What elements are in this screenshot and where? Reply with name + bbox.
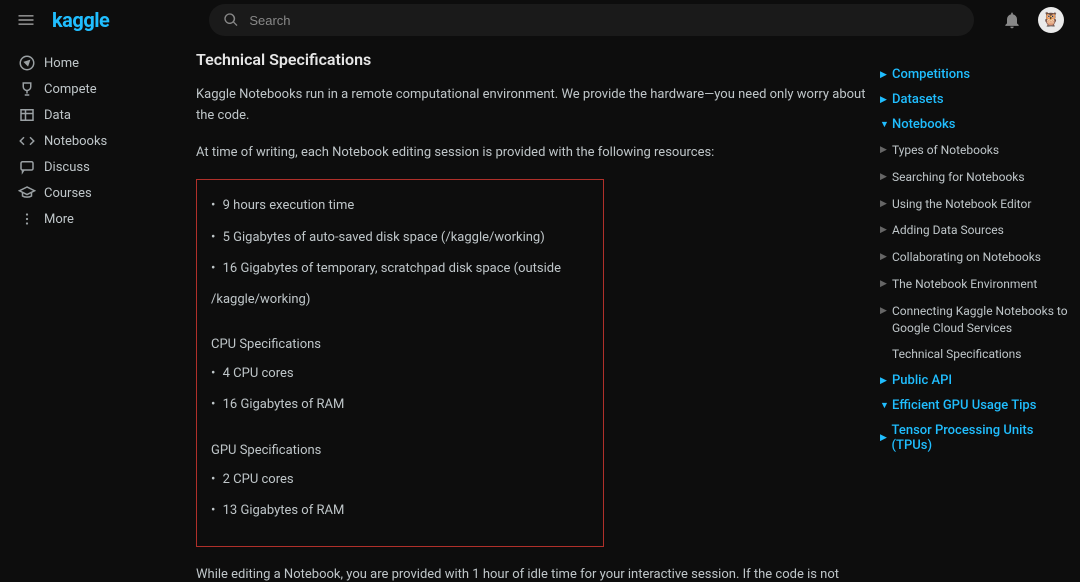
spec-item: 2 CPU cores	[211, 464, 589, 495]
sidenav-label: Notebooks	[44, 134, 107, 149]
toc-sub-item[interactable]: ▶The Notebook Environment	[880, 271, 1070, 298]
notifications-icon[interactable]	[1002, 10, 1022, 30]
page-title: Technical Specifications	[196, 50, 870, 69]
caret-right-icon: ▶	[880, 433, 892, 443]
sidenav-label: Data	[44, 108, 71, 123]
caret-right-icon: ▶	[880, 305, 892, 318]
body-paragraph: While editing a Notebook, you are provid…	[196, 565, 870, 582]
sidenav-more[interactable]: More	[0, 206, 184, 232]
compass-icon	[18, 54, 44, 72]
sidenav-label: Discuss	[44, 160, 90, 175]
intro-paragraph-2: At time of writing, each Notebook editin…	[196, 143, 870, 164]
menu-icon[interactable]	[16, 10, 36, 30]
caret-down-icon: ▼	[880, 119, 892, 130]
caret-right-icon: ▶	[880, 95, 892, 105]
sidenav-discuss[interactable]: Discuss	[0, 154, 184, 180]
caret-right-icon: ▶	[880, 224, 892, 237]
search-input[interactable]	[249, 13, 960, 28]
search-icon	[223, 12, 239, 28]
toc-sub-item[interactable]: ▶Collaborating on Notebooks	[880, 244, 1070, 271]
code-icon	[18, 132, 44, 150]
caret-right-icon: ▶	[880, 198, 892, 211]
sidenav-label: Compete	[44, 82, 97, 97]
more-icon	[18, 210, 44, 228]
toc-notebooks[interactable]: ▼Notebooks	[880, 112, 1070, 137]
sidenav-home[interactable]: Home	[0, 50, 184, 76]
sidenav-compete[interactable]: Compete	[0, 76, 184, 102]
spec-item: 9 hours execution time	[211, 190, 589, 221]
kaggle-logo[interactable]: kaggle	[52, 8, 109, 32]
caret-right-icon: ▶	[880, 70, 892, 80]
caret-right-icon: ▶	[880, 278, 892, 291]
cpu-heading: CPU Specifications	[211, 337, 589, 352]
specs-box: 9 hours execution time 5 Gigabytes of au…	[196, 179, 604, 547]
spec-item: 4 CPU cores	[211, 358, 589, 389]
caret-right-icon: ▶	[880, 376, 892, 386]
toc-datasets[interactable]: ▶Datasets	[880, 87, 1070, 112]
caret-right-icon: ▶	[880, 251, 892, 264]
toc-public-api[interactable]: ▶Public API	[880, 368, 1070, 393]
sidenav-label: Home	[44, 56, 79, 71]
sidenav-courses[interactable]: Courses	[0, 180, 184, 206]
toc-competitions[interactable]: ▶Competitions	[880, 62, 1070, 87]
sidenav-data[interactable]: Data	[0, 102, 184, 128]
caret-right-icon: ▶	[880, 144, 892, 157]
toc-sub-item[interactable]: ▶Searching for Notebooks	[880, 164, 1070, 191]
gpu-heading: GPU Specifications	[211, 443, 589, 458]
sidenav-label: Courses	[44, 186, 92, 201]
comment-icon	[18, 158, 44, 176]
caret-right-icon: ▶	[880, 171, 892, 184]
school-icon	[18, 184, 44, 202]
table-icon	[18, 106, 44, 124]
toc-sub-item[interactable]: ▶Connecting Kaggle Notebooks to Google C…	[880, 298, 1070, 342]
trophy-icon	[18, 80, 44, 98]
intro-paragraph: Kaggle Notebooks run in a remote computa…	[196, 85, 870, 127]
content: Technical Specifications Kaggle Notebook…	[196, 50, 870, 582]
spec-item: 16 Gigabytes of temporary, scratchpad di…	[211, 253, 589, 315]
toc-sub-item[interactable]: ▶Using the Notebook Editor	[880, 191, 1070, 218]
toc-sub-item[interactable]: ▶Adding Data Sources	[880, 217, 1070, 244]
toc-gpu-tips[interactable]: ▼Efficient GPU Usage Tips	[880, 393, 1070, 418]
toc-sub-item[interactable]: ▶Types of Notebooks	[880, 137, 1070, 164]
spec-item: 5 Gigabytes of auto-saved disk space (/k…	[211, 222, 589, 253]
toc-nav: ▶Competitions ▶Datasets ▼Notebooks ▶Type…	[870, 50, 1070, 582]
toc-sub-item-active[interactable]: ▶Technical Specifications	[880, 341, 1070, 368]
avatar[interactable]: 🦉	[1038, 7, 1064, 33]
sidenav-notebooks[interactable]: Notebooks	[0, 128, 184, 154]
search-bar[interactable]	[209, 4, 974, 36]
sidenav: Home Compete Data Notebooks Discuss Cour…	[0, 40, 184, 582]
topbar: kaggle 🦉	[0, 0, 1080, 40]
spec-item: 13 Gigabytes of RAM	[211, 495, 589, 526]
caret-down-icon: ▼	[880, 400, 892, 411]
spec-item: 16 Gigabytes of RAM	[211, 389, 589, 420]
toc-tpus[interactable]: ▶Tensor Processing Units (TPUs)	[880, 418, 1070, 458]
sidenav-label: More	[44, 212, 74, 227]
